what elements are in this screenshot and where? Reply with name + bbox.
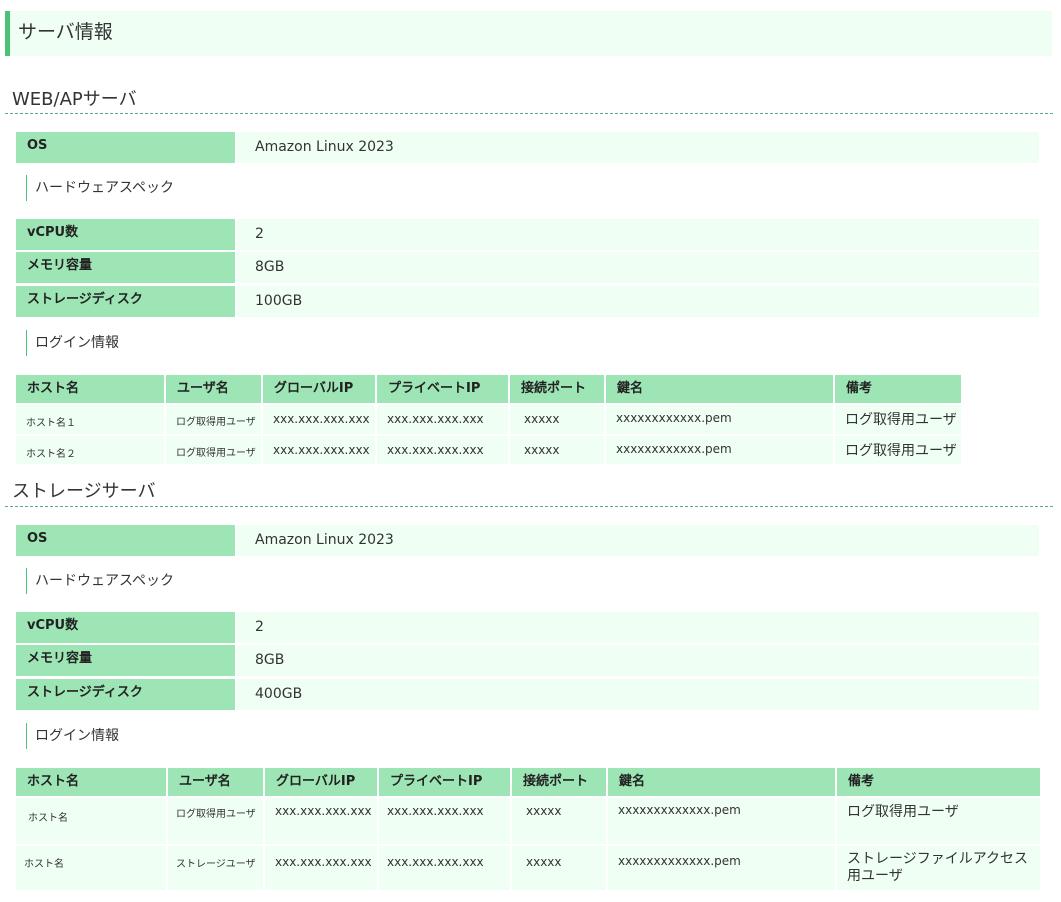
table-cell: ストレージユーザ: [168, 846, 263, 890]
memory-value: 8GB: [237, 645, 1039, 676]
storage-disk-label: ストレージディスク: [16, 679, 235, 710]
section-divider: [5, 506, 1053, 507]
table-cell: ホスト名１: [16, 405, 164, 434]
table-cell: ログ取得用ユーザ: [168, 798, 263, 844]
memory-value: 8GB: [237, 252, 1039, 283]
page-header: [5, 11, 1052, 56]
subheading-bar: [26, 330, 27, 356]
table-cell: xxx.xxx.xxx.xxx: [265, 798, 377, 844]
table-cell: xxx.xxx.xxx.xxx: [263, 436, 375, 464]
col-header-user: ユーザ名: [168, 768, 263, 796]
col-header-global-ip: グローバルIP: [265, 768, 377, 796]
table-cell: xxxxx: [512, 846, 606, 890]
table-cell: xxx.xxx.xxx.xxx: [379, 846, 510, 890]
table-cell: xxxxxxxxxxxxx.pem: [608, 798, 835, 844]
subheading-bar: [26, 568, 27, 594]
col-header-host: ホスト名: [16, 375, 164, 403]
table-cell: xxxxx: [512, 798, 606, 844]
os-label: OS: [16, 525, 235, 556]
table-cell: ホスト名: [16, 846, 166, 890]
table-cell: ログ取得用ユーザ: [166, 436, 261, 464]
table-cell: xxx.xxx.xxx.xxx: [265, 846, 377, 890]
os-label: OS: [16, 132, 235, 163]
section-title-storage: ストレージサーバ: [12, 481, 156, 502]
login-info-heading: ログイン情報: [35, 728, 119, 744]
hardware-spec-heading: ハードウェアスペック: [35, 180, 175, 196]
table-cell: xxxxxxxxxxxx.pem: [606, 436, 833, 464]
memory-label: メモリ容量: [16, 645, 235, 676]
os-value: Amazon Linux 2023: [237, 525, 1039, 556]
col-header-key: 鍵名: [608, 768, 835, 796]
col-header-note: 備考: [837, 768, 1040, 796]
table-cell: xxx.xxx.xxx.xxx: [379, 798, 510, 844]
table-cell: ログ取得用ユーザ: [835, 405, 961, 434]
storage-disk-value: 100GB: [237, 286, 1039, 317]
col-header-host: ホスト名: [16, 768, 166, 796]
section-title-webap: WEB/APサーバ: [12, 89, 137, 110]
col-header-note: 備考: [835, 375, 961, 403]
page-title: サーバ情報: [18, 21, 113, 43]
col-header-port: 接続ポート: [512, 768, 606, 796]
table-cell: xxx.xxx.xxx.xxx: [263, 405, 375, 434]
memory-label: メモリ容量: [16, 252, 235, 283]
table-cell: ホスト名: [16, 798, 166, 844]
col-header-private-ip: プライベートIP: [379, 768, 510, 796]
vcpu-label: vCPU数: [16, 219, 235, 250]
table-cell: xxxxx: [510, 405, 604, 434]
table-cell: ログ取得用ユーザ: [837, 798, 1040, 844]
subheading-bar: [26, 723, 27, 749]
col-header-global-ip: グローバルIP: [263, 375, 375, 403]
subheading-bar: [26, 175, 27, 201]
os-value: Amazon Linux 2023: [237, 132, 1039, 163]
table-cell: xxxxxxxxxxxxx.pem: [608, 846, 835, 890]
storage-disk-value: 400GB: [237, 679, 1039, 710]
section-divider: [5, 113, 1053, 114]
vcpu-value: 2: [237, 612, 1039, 643]
col-header-user: ユーザ名: [166, 375, 261, 403]
table-cell: xxxxxxxxxxxx.pem: [606, 405, 833, 434]
table-cell: xxxxx: [510, 436, 604, 464]
table-cell: ホスト名２: [16, 436, 164, 464]
vcpu-value: 2: [237, 219, 1039, 250]
storage-disk-label: ストレージディスク: [16, 286, 235, 317]
login-info-heading: ログイン情報: [35, 335, 119, 351]
col-header-port: 接続ポート: [510, 375, 604, 403]
col-header-private-ip: プライベートIP: [377, 375, 508, 403]
table-cell: xxx.xxx.xxx.xxx: [377, 436, 508, 464]
col-header-key: 鍵名: [606, 375, 833, 403]
table-cell: ログ取得用ユーザ: [166, 405, 261, 434]
table-cell: ストレージファイルアクセス用ユーザ: [837, 846, 1040, 890]
vcpu-label: vCPU数: [16, 612, 235, 643]
hardware-spec-heading: ハードウェアスペック: [35, 573, 175, 589]
table-cell: ログ取得用ユーザ: [835, 436, 961, 464]
table-cell: xxx.xxx.xxx.xxx: [377, 405, 508, 434]
